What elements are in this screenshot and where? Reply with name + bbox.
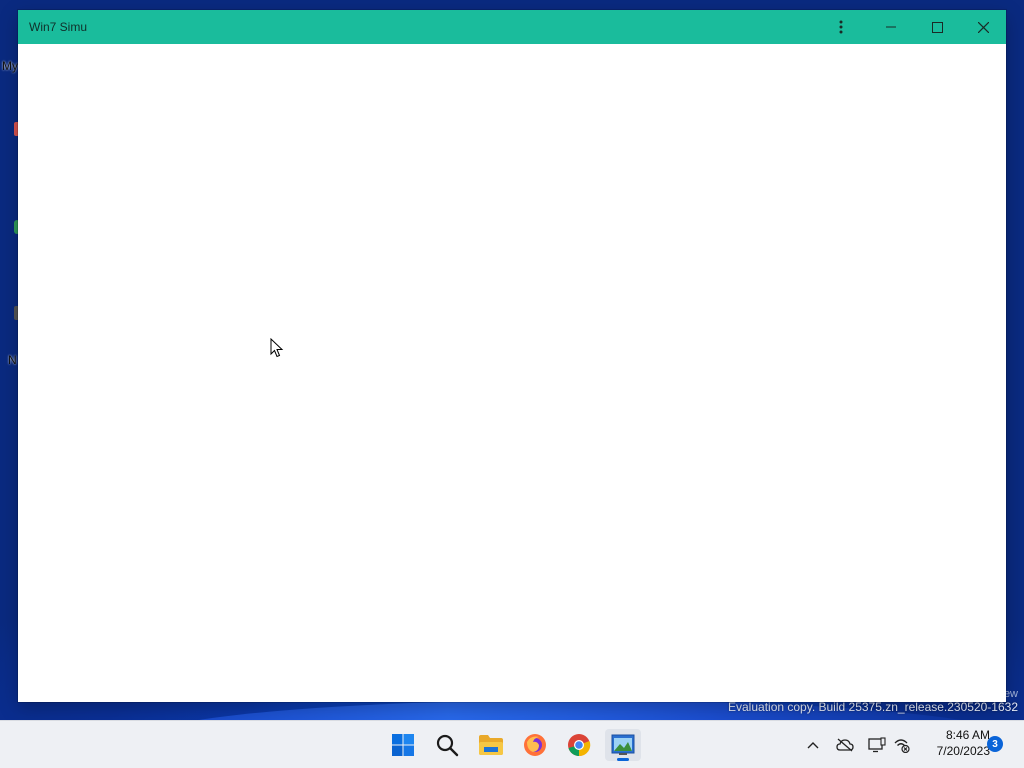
network-off-icon — [894, 739, 910, 753]
window-content[interactable] — [18, 44, 1006, 702]
display-icon — [868, 737, 886, 753]
minimize-icon — [886, 26, 896, 28]
desktop-icon-label[interactable]: My — [2, 59, 18, 73]
show-hidden-icons-button[interactable] — [803, 735, 823, 755]
close-icon — [977, 21, 989, 33]
taskbar: 8:46 AM 7/20/2023 — [0, 720, 1024, 768]
window-title: Win7 Simu — [29, 20, 88, 34]
watermark-text: ew — [1003, 688, 1018, 700]
search-button[interactable] — [429, 729, 465, 761]
clock-date: 7/20/2023 — [936, 744, 990, 758]
chrome-icon — [568, 734, 591, 757]
more-vert-icon — [839, 20, 843, 34]
windows-logo-icon — [392, 734, 414, 756]
active-indicator — [617, 758, 629, 761]
network-button[interactable] — [892, 735, 912, 755]
minimize-button[interactable] — [868, 10, 914, 44]
start-button[interactable] — [385, 729, 421, 761]
chrome-button[interactable] — [561, 729, 597, 761]
desktop-icon-label[interactable]: N — [8, 353, 17, 367]
maximize-button[interactable] — [914, 10, 960, 44]
notification-badge[interactable]: 3 — [987, 736, 1003, 752]
title-bar[interactable]: Win7 Simu — [18, 10, 1006, 44]
app-window: Win7 Simu — [18, 10, 1006, 702]
win7-simu-taskbar-button[interactable] — [605, 729, 641, 761]
onedrive-button[interactable] — [835, 735, 855, 755]
app-window-icon — [611, 734, 635, 755]
clock-time: 8:46 AM — [945, 728, 990, 742]
chevron-up-icon — [807, 742, 819, 749]
search-icon — [436, 734, 459, 757]
more-options-button[interactable] — [818, 10, 864, 44]
file-explorer-button[interactable] — [473, 729, 509, 761]
evaluation-watermark: Evaluation copy. Build 25375.zn_release.… — [728, 700, 1018, 714]
onedrive-off-icon — [836, 738, 854, 752]
close-button[interactable] — [960, 10, 1006, 44]
firefox-button[interactable] — [517, 729, 553, 761]
firefox-icon — [524, 734, 546, 756]
maximize-icon — [931, 21, 943, 33]
clock-button[interactable]: 8:46 AM 7/20/2023 — [918, 727, 990, 759]
display-button[interactable] — [867, 735, 887, 755]
mouse-cursor-icon — [270, 338, 284, 358]
folder-icon — [479, 735, 503, 755]
